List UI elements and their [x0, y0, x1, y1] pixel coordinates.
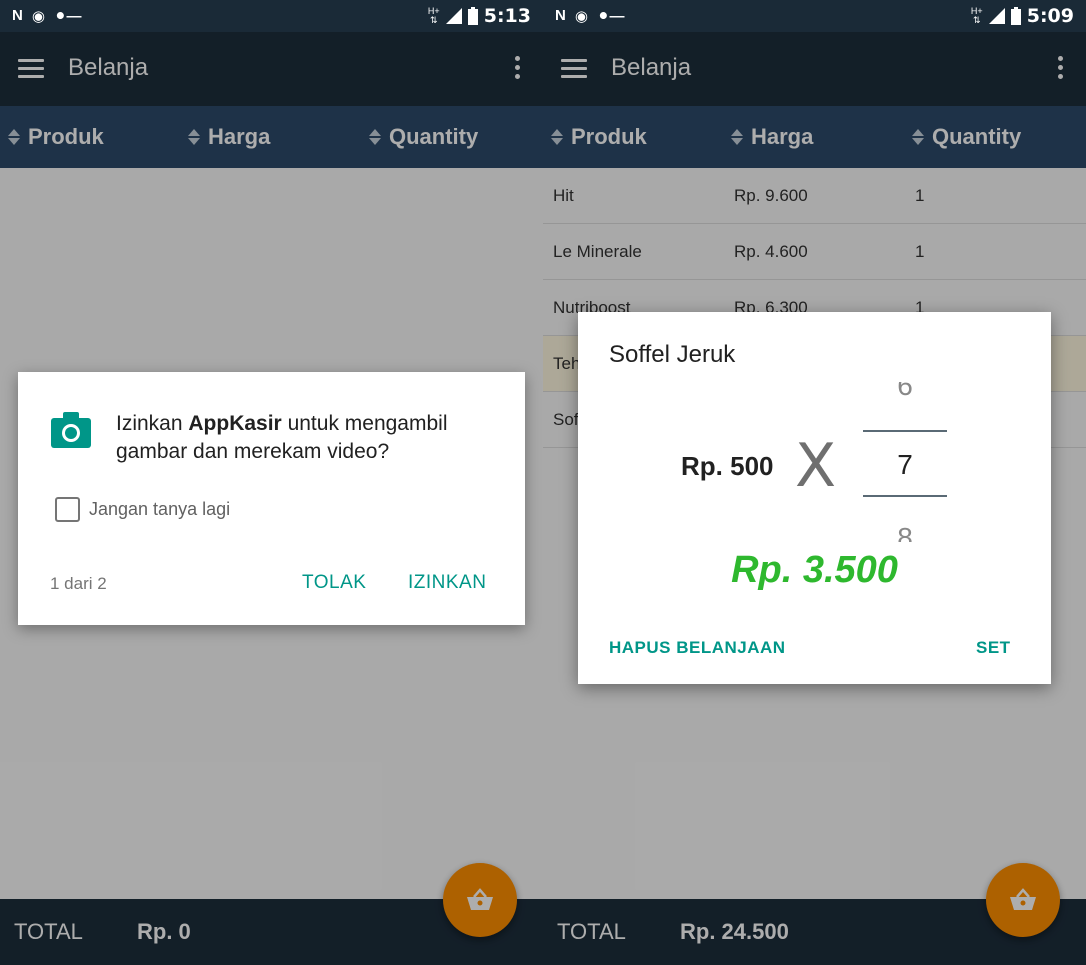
camera-icon	[51, 412, 91, 448]
screen-right: N ◉ ⚫— H+ ⇅ 5:09 Belanja Produk Harga Qua…	[543, 0, 1086, 965]
dialog-title: Soffel Jeruk	[609, 341, 736, 368]
set-button[interactable]: SET	[976, 638, 1011, 658]
multiply-sign: X	[795, 431, 837, 501]
network-icon: H+ ⇅	[427, 6, 440, 25]
battery-icon	[467, 7, 478, 25]
signal-icon	[445, 8, 462, 24]
delete-item-button[interactable]: HAPUS BELANJAAN	[609, 638, 786, 658]
dont-ask-label[interactable]: Jangan tanya lagi	[89, 499, 230, 520]
subtotal: Rp. 3.500	[731, 549, 898, 591]
status-bar: N ◉ ⚫— H+ ⇅ 5:09	[543, 0, 1086, 32]
picker-current-value[interactable]: 7	[863, 449, 947, 481]
battery-icon	[1010, 7, 1021, 25]
clock: 5:09	[1026, 5, 1074, 27]
deny-button[interactable]: TOLAK	[302, 572, 366, 594]
status-bar: N ◉ ⚫— H+ ⇅ 5:13	[0, 0, 543, 32]
unit-price: Rp. 500	[681, 451, 774, 481]
n-notification-icon: N	[555, 7, 566, 24]
permission-message: Izinkan AppKasir untuk mengambil gambar …	[116, 412, 448, 463]
page-indicator: 1 dari 2	[50, 574, 107, 593]
picker-divider	[863, 495, 947, 497]
lock-icon: ◉	[574, 8, 588, 25]
signal-icon	[988, 8, 1005, 24]
dont-ask-checkbox[interactable]	[55, 497, 80, 522]
picker-next-value[interactable]: 8	[863, 522, 947, 542]
network-icon: H+ ⇅	[970, 6, 983, 25]
n-notification-icon: N	[12, 7, 23, 24]
app-name: AppKasir	[188, 412, 282, 435]
key-icon: ⚫—	[53, 8, 82, 25]
picker-prev-value[interactable]: 6	[863, 382, 947, 402]
permission-dialog: Izinkan AppKasir untuk mengambil gambar …	[18, 372, 525, 625]
picker-divider	[863, 430, 947, 432]
clock: 5:13	[483, 5, 531, 27]
quantity-dialog: Soffel Jeruk Rp. 500 X 6 7 8 Rp. 3.500 H…	[578, 312, 1051, 684]
lock-icon: ◉	[31, 8, 45, 25]
screen-left: N ◉ ⚫— H+ ⇅ 5:13 Belanja Produk Harga Qua…	[0, 0, 543, 965]
allow-button[interactable]: IZINKAN	[408, 572, 486, 594]
quantity-picker[interactable]: 6 7 8	[863, 382, 947, 542]
key-icon: ⚫—	[596, 8, 625, 25]
